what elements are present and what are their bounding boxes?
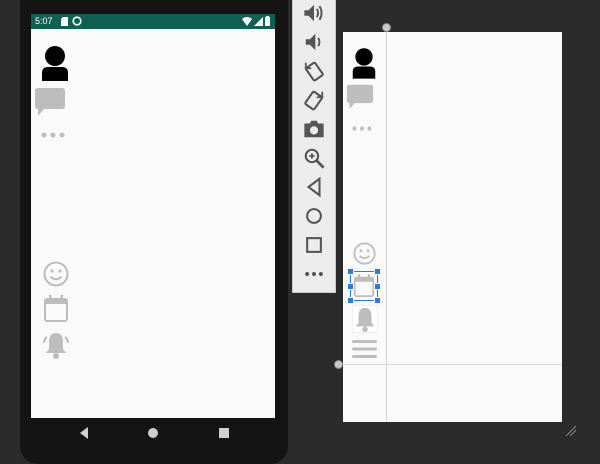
preview-avatar-icon[interactable]	[351, 47, 377, 79]
chat-bubble-icon[interactable]	[34, 86, 66, 118]
horizontal-guideline[interactable]	[343, 364, 562, 365]
selection-handle-top-right[interactable]	[374, 268, 381, 275]
toolbar-home-icon[interactable]	[303, 205, 325, 227]
rotate-left-icon[interactable]	[303, 60, 325, 82]
avatar-icon[interactable]	[40, 45, 70, 81]
overview-icon[interactable]	[217, 426, 231, 440]
more-dots-icon[interactable]	[41, 132, 65, 138]
selection-handle-bottom-left[interactable]	[347, 297, 354, 304]
selection-handle-right[interactable]	[374, 283, 381, 290]
selection-handle-bottom-right[interactable]	[374, 297, 381, 304]
rotate-right-icon[interactable]	[303, 89, 325, 111]
toolbar-overview-icon[interactable]	[303, 234, 325, 256]
smiley-icon[interactable]	[43, 261, 69, 287]
preview-menu-lines-icon[interactable]	[352, 340, 377, 358]
cell-signal-icon	[254, 17, 263, 26]
sim-card-icon	[61, 17, 68, 26]
guideline-handle-left[interactable]	[334, 360, 343, 369]
data-saver-icon	[72, 16, 82, 26]
status-bar: 5:07	[31, 14, 275, 29]
toolbar-back-icon[interactable]	[303, 176, 325, 198]
resize-grip-icon[interactable]	[564, 424, 576, 436]
preview-smiley-icon[interactable]	[353, 242, 376, 265]
volume-down-icon[interactable]	[303, 31, 325, 53]
preview-alarm-bell-icon[interactable]	[352, 305, 378, 333]
status-time: 5:07	[35, 16, 53, 26]
more-icon[interactable]	[303, 263, 325, 285]
selection-handle-top-left[interactable]	[347, 268, 354, 275]
emulator-toolbar	[292, 0, 336, 293]
preview-chat-bubble-icon[interactable]	[346, 83, 374, 111]
home-icon[interactable]	[146, 426, 160, 440]
camera-icon[interactable]	[303, 118, 325, 140]
battery-icon	[265, 16, 270, 26]
selection-handle-left[interactable]	[347, 283, 354, 290]
wifi-icon	[242, 17, 252, 26]
back-icon[interactable]	[77, 426, 91, 440]
alarm-bell-icon[interactable]	[42, 330, 70, 360]
app-screen	[31, 29, 275, 418]
volume-up-icon[interactable]	[303, 2, 325, 24]
guideline-handle-top[interactable]	[382, 23, 391, 32]
zoom-icon[interactable]	[303, 147, 325, 169]
preview-more-dots-icon[interactable]	[351, 126, 373, 131]
navigation-bar	[31, 418, 275, 448]
vertical-guideline[interactable]	[386, 25, 387, 422]
calendar-icon[interactable]	[43, 295, 69, 323]
